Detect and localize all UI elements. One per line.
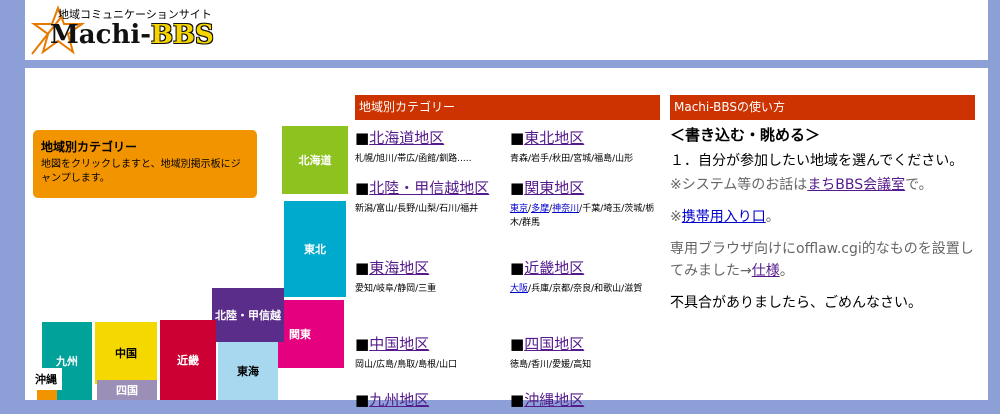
- category-link[interactable]: 関東地区: [524, 179, 584, 197]
- category-link[interactable]: 東海地区: [369, 259, 429, 277]
- map-info-box: 地域別カテゴリー 地図をクリックしますと、地域別掲示板にジャンプします。: [33, 130, 257, 198]
- category-item: ■近畿地区大阪/兵庫/京都/奈良/和歌山/滋賀: [510, 258, 662, 296]
- howto-panel: Machi-BBSの使い方 ＜書き込む・眺める＞ １．自分が参加したい地域を選ん…: [670, 95, 975, 400]
- category-title: ■中国地区: [355, 334, 507, 354]
- category-title: ■関東地区: [510, 178, 662, 198]
- category-title: ■北陸・甲信越地区: [355, 178, 507, 198]
- howto-browser-text: 専用ブラウザ向けにofflaw.cgi的なものを設置してみました→: [670, 241, 974, 279]
- category-link[interactable]: 北海道地区: [369, 129, 444, 147]
- category-title: ■東海地区: [355, 258, 507, 278]
- category-title: ■北海道地区: [355, 128, 507, 148]
- bullet-icon: ■: [510, 259, 525, 277]
- category-sub-areas: 新潟/富山/長野/山梨/石川/福井: [355, 202, 507, 216]
- category-item: ■関東地区東京/多摩/神奈川/千葉/埼玉/茨城/栃木/群馬: [510, 178, 662, 230]
- map-region-chugoku[interactable]: 中国: [95, 322, 157, 384]
- sub-area-link[interactable]: 東京: [510, 204, 528, 214]
- sub-area-text: 兵庫/京都/奈良/和歌山/滋賀: [531, 284, 643, 294]
- category-sub-areas: 札幌/旭川/帯広/函館/釧路.....: [355, 152, 507, 166]
- sub-area-link[interactable]: 多摩: [531, 204, 549, 214]
- sub-area-text: 愛知/岐阜/静岡/三重: [355, 284, 437, 294]
- howto-body: ＜書き込む・眺める＞ １．自分が参加したい地域を選んでください。 ※システム等の…: [670, 120, 975, 314]
- bullet-icon: ■: [510, 391, 525, 409]
- page-frame: 地域コミュニケーションサイト Machi-BBS 地域別カテゴリー 地図をクリッ…: [25, 0, 988, 409]
- howto-note-prefix: ※システム等のお話は: [670, 177, 808, 193]
- site-logo[interactable]: 地域コミュニケーションサイト Machi-BBS: [28, 2, 258, 58]
- category-link[interactable]: 東北地区: [524, 129, 584, 147]
- howto-note-suffix: で。: [905, 177, 933, 193]
- map-region-hokuriku[interactable]: 北陸・甲信越: [212, 288, 284, 342]
- category-item: ■東北地区青森/岩手/秋田/宮城/福島/山形: [510, 128, 662, 166]
- site-title-prefix: Machi-: [50, 20, 152, 50]
- sub-area-text: 札幌/旭川/帯広/函館/釧路.....: [355, 154, 472, 164]
- bullet-icon: ■: [355, 335, 370, 353]
- spec-link[interactable]: 仕様: [752, 263, 780, 279]
- category-sub-areas: 青森/岩手/秋田/宮城/福島/山形: [510, 152, 662, 166]
- category-header: 地域別カテゴリー: [355, 95, 660, 120]
- header-divider: [25, 60, 988, 68]
- bullet-icon: ■: [355, 259, 370, 277]
- category-link[interactable]: 近畿地区: [524, 259, 584, 277]
- howto-mobile-prefix: ※: [670, 209, 682, 225]
- japan-map: 地域別カテゴリー 地図をクリックしますと、地域別掲示板にジャンプします。 北海道…: [25, 70, 355, 400]
- howto-mobile: ※携帯用入り口。: [670, 206, 975, 228]
- category-item: ■沖縄地区: [510, 390, 662, 414]
- category-title: ■四国地区: [510, 334, 662, 354]
- bullet-icon: ■: [510, 335, 525, 353]
- mobile-entrance-link[interactable]: 携帯用入り口: [682, 209, 766, 225]
- site-title: Machi-BBS: [50, 20, 214, 50]
- bullet-icon: ■: [510, 179, 525, 197]
- map-info-title: 地域別カテゴリー: [41, 140, 138, 154]
- category-item: ■九州地区: [355, 390, 507, 414]
- category-sub-areas: 東京/多摩/神奈川/千葉/埼玉/茨城/栃木/群馬: [510, 204, 655, 228]
- category-sub-areas: 愛知/岐阜/静岡/三重: [355, 282, 507, 296]
- bullet-icon: ■: [510, 129, 525, 147]
- bullet-icon: ■: [355, 179, 370, 197]
- category-link[interactable]: 北陸・甲信越地区: [369, 179, 489, 197]
- map-region-hokkaido[interactable]: 北海道: [282, 126, 348, 194]
- site-header: 地域コミュニケーションサイト Machi-BBS: [25, 0, 988, 60]
- category-sub-areas: 大阪/兵庫/京都/奈良/和歌山/滋賀: [510, 284, 643, 294]
- category-link[interactable]: 四国地区: [524, 335, 584, 353]
- category-item: ■北陸・甲信越地区新潟/富山/長野/山梨/石川/福井: [355, 178, 507, 216]
- sub-area-text: 新潟/富山/長野/山梨/石川/福井: [355, 204, 479, 214]
- site-title-suffix: BBS: [151, 20, 214, 50]
- category-item: ■四国地区徳島/香川/愛媛/高知: [510, 334, 662, 372]
- map-info-text: 地図をクリックしますと、地域別掲示板にジャンプします。: [41, 159, 241, 184]
- category-sub-areas: 徳島/香川/愛媛/高知: [510, 358, 662, 372]
- map-region-tokai[interactable]: 東海: [218, 342, 278, 400]
- category-item: ■北海道地区札幌/旭川/帯広/函館/釧路.....: [355, 128, 507, 166]
- sub-area-text: 青森/岩手/秋田/宮城/福島/山形: [510, 154, 634, 164]
- map-region-tohoku[interactable]: 東北: [284, 201, 346, 297]
- map-region-shikoku[interactable]: 四国: [97, 380, 157, 400]
- category-link[interactable]: 九州地区: [369, 391, 429, 409]
- bullet-icon: ■: [355, 129, 370, 147]
- category-item: ■中国地区岡山/広島/鳥取/島根/山口: [355, 334, 507, 372]
- howto-heading: ＜書き込む・眺める＞: [670, 126, 821, 144]
- howto-browser: 専用ブラウザ向けにofflaw.cgi的なものを設置してみました→仕様。: [670, 238, 975, 282]
- category-link[interactable]: 中国地区: [369, 335, 429, 353]
- howto-step-1: １．自分が参加したい地域を選んでください。: [670, 153, 964, 169]
- sub-area-text: 岡山/広島/鳥取/島根/山口: [355, 360, 458, 370]
- map-region-okinawa[interactable]: 沖縄: [30, 368, 62, 390]
- category-title: ■沖縄地区: [510, 390, 662, 410]
- category-item: ■東海地区愛知/岐阜/静岡/三重: [355, 258, 507, 296]
- category-title: ■近畿地区: [510, 258, 662, 278]
- category-link[interactable]: 沖縄地区: [524, 391, 584, 409]
- sub-area-link[interactable]: 神奈川: [552, 204, 579, 214]
- map-region-okinawa-block[interactable]: [37, 390, 57, 400]
- sub-area-text: 徳島/香川/愛媛/高知: [510, 360, 592, 370]
- category-title: ■九州地区: [355, 390, 507, 410]
- bullet-icon: ■: [355, 391, 370, 409]
- howto-browser-suffix: 。: [779, 263, 794, 279]
- howto-note: ※システム等のお話はまちBBS会議室で。: [670, 174, 975, 196]
- howto-apology: 不具合がありましたら、ごめんなさい。: [670, 295, 922, 311]
- sub-area-link[interactable]: 大阪: [510, 284, 528, 294]
- howto-mobile-suffix: 。: [765, 209, 780, 225]
- category-sub-areas: 岡山/広島/鳥取/島根/山口: [355, 358, 507, 372]
- category-title: ■東北地区: [510, 128, 662, 148]
- meeting-room-link[interactable]: まちBBS会議室: [807, 177, 905, 193]
- category-panel: 地域別カテゴリー ■北海道地区 札幌/旭川/帯広/函館/釧路..... ■東北地区青…: [355, 95, 662, 409]
- howto-header: Machi-BBSの使い方: [670, 95, 975, 120]
- map-region-kinki[interactable]: 近畿: [160, 320, 216, 400]
